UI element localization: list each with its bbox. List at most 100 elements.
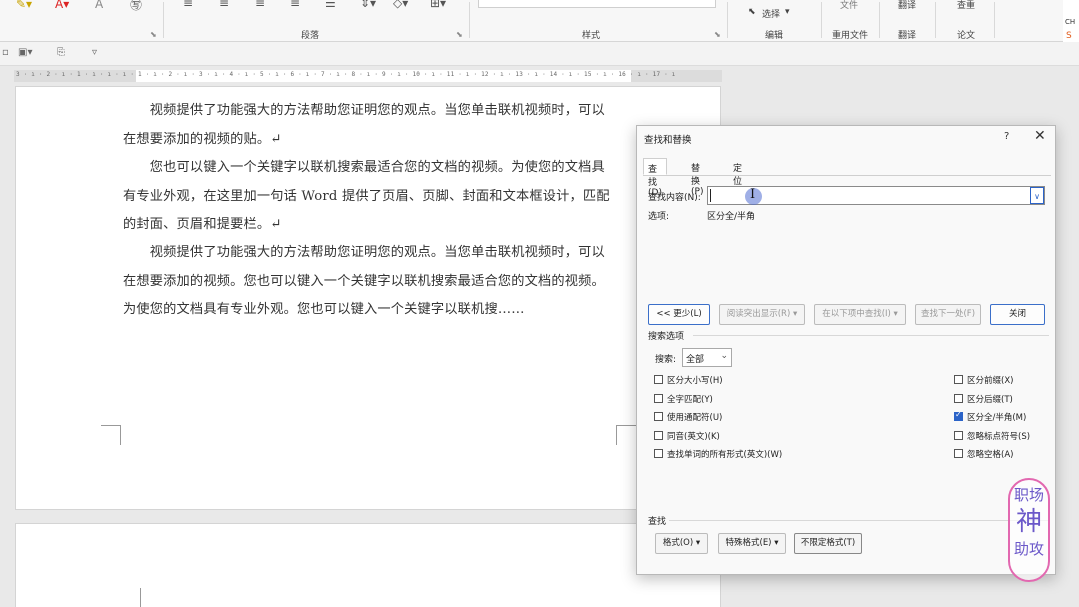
- checkbox-match-width[interactable]: 区分全/半角(M): [954, 410, 1027, 423]
- font-launcher-icon[interactable]: ⬊: [150, 30, 157, 39]
- tab-goto[interactable]: 定位(G): [729, 158, 751, 197]
- align-center-icon[interactable]: ≡: [219, 0, 229, 10]
- checkbox-wildcards[interactable]: 使用通配符(U): [654, 411, 722, 423]
- ribbon-separator: [994, 2, 995, 38]
- close-icon[interactable]: ✕: [1034, 128, 1046, 144]
- less-button[interactable]: << 更少(L): [648, 304, 710, 325]
- document-page[interactable]: 视频提供了功能强大的方法帮助您证明您的观点。当您单击联机视频时，可以在想要添加的…: [15, 86, 721, 510]
- search-direction-select[interactable]: 全部 ⌄: [682, 348, 732, 367]
- search-direction-label: 搜索:: [655, 355, 677, 365]
- screenshot-icon[interactable]: ▣▾: [18, 47, 32, 58]
- shading-icon[interactable]: ◇▾: [393, 0, 408, 10]
- line-spacing-icon[interactable]: ⇕▾: [360, 0, 376, 10]
- special-button[interactable]: 特殊格式(E) ▾: [718, 533, 786, 554]
- highlighter-icon[interactable]: ✎▾: [16, 0, 32, 11]
- checkbox-box[interactable]: [954, 375, 963, 384]
- checkbox-box[interactable]: [954, 431, 963, 440]
- checkbox-label: 忽略标点符号(S): [967, 432, 1031, 442]
- find-section-title: 查找: [648, 517, 667, 527]
- reuse-files-group-label: 重用文件: [832, 31, 869, 41]
- check-dup-button[interactable]: 查重: [957, 0, 975, 11]
- styles-gallery[interactable]: [478, 0, 716, 8]
- align-right-icon[interactable]: ≡: [255, 0, 265, 10]
- font-color-icon[interactable]: A▾: [55, 0, 69, 11]
- paragraph-group-label: 段落: [301, 31, 320, 41]
- ribbon-separator: [935, 2, 936, 38]
- text-caret: [710, 189, 711, 202]
- margin-corner-mark: [121, 588, 141, 607]
- checkbox-label: 区分后缀(T): [967, 395, 1013, 405]
- file-label: 文件: [840, 1, 859, 11]
- ribbon-separator: [163, 2, 164, 38]
- dialog-title: 查找和替换: [644, 135, 692, 146]
- checkbox-box[interactable]: [654, 449, 663, 458]
- ribbon-separator: [727, 2, 728, 38]
- checkbox-match-suffix[interactable]: 区分后缀(T): [954, 393, 1013, 405]
- search-options-title: 搜索选项: [648, 332, 685, 342]
- checkbox-whole-word[interactable]: 全字匹配(Y): [654, 393, 713, 405]
- find-replace-dialog: 查找和替换 ? ✕ 查找(D) 替换(P) 定位(G) 查找内容(N): ∨ I…: [636, 125, 1056, 575]
- styles-launcher-icon[interactable]: ⬊: [714, 30, 721, 39]
- distributed-icon[interactable]: ☰: [325, 0, 336, 10]
- checkbox-label: 区分大小写(H): [667, 376, 723, 386]
- tab-replace[interactable]: 替换(P): [687, 158, 707, 197]
- checkbox-label: 区分全/半角(M): [967, 413, 1027, 423]
- checkbox-match-case[interactable]: 区分大小写(H): [654, 374, 723, 386]
- chevron-down-icon[interactable]: ∨: [1030, 187, 1044, 204]
- ribbon-separator: [469, 2, 470, 38]
- checkbox-match-prefix[interactable]: 区分前缀(X): [954, 374, 1013, 386]
- chevron-down-icon: ⌄: [720, 351, 728, 361]
- checkbox-box[interactable]: [654, 431, 663, 440]
- tab-find[interactable]: 查找(D): [643, 158, 667, 198]
- checkbox-box[interactable]: [954, 394, 963, 403]
- checkbox-box[interactable]: [654, 394, 663, 403]
- select-button[interactable]: 选择: [762, 7, 780, 20]
- options-label: 选项:: [648, 212, 670, 222]
- help-button[interactable]: ?: [1004, 131, 1009, 142]
- checkbox-ignore-whitespace[interactable]: 忽略空格(A): [954, 448, 1013, 460]
- find-in-button[interactable]: 在以下项中查找(I) ▾: [814, 304, 906, 325]
- checkbox-sounds-like[interactable]: 同音(英文)(K): [654, 430, 720, 442]
- customize-qat-icon[interactable]: ▿: [92, 47, 97, 58]
- document-paragraph[interactable]: 视频提供了功能强大的方法帮助您证明您的观点。当您单击联机视频时，可以在想要添加的…: [123, 239, 617, 325]
- find-next-button[interactable]: 查找下一处(F): [915, 304, 981, 325]
- checkbox-ignore-punctuation[interactable]: 忽略标点符号(S): [954, 430, 1030, 442]
- paragraph-launcher-icon[interactable]: ⬊: [456, 30, 463, 39]
- no-formatting-button[interactable]: 不限定格式(T): [794, 533, 862, 554]
- horizontal-ruler[interactable]: 3 · ı · 2 · ı · 1 · ı · ı · ı · 1 · ı · …: [14, 70, 722, 82]
- watermark-line: 助攻: [1013, 540, 1044, 558]
- ime-logo-icon[interactable]: S: [1066, 31, 1072, 41]
- char-shading-icon[interactable]: A: [95, 0, 103, 11]
- find-what-label: 查找内容(N):: [648, 193, 701, 203]
- checkbox-box[interactable]: [954, 449, 963, 458]
- borders-icon[interactable]: ⊞▾: [430, 0, 446, 10]
- document-paragraph[interactable]: 您也可以键入一个关键字以联机搜索最适合您的文档的视频。为使您的文档具有专业外观，…: [123, 154, 617, 240]
- translate-button[interactable]: 翻译: [898, 0, 916, 11]
- checkbox-all-word-forms[interactable]: 查找单词的所有形式(英文)(W): [654, 448, 782, 460]
- enclose-char-icon[interactable]: ㊢: [130, 0, 142, 13]
- margin-corner-mark: [101, 425, 121, 445]
- justify-icon[interactable]: ≡: [290, 0, 300, 10]
- reading-highlight-button[interactable]: 阅读突出显示(R) ▾: [719, 304, 805, 325]
- editing-group-label: 编辑: [765, 31, 784, 41]
- format-button[interactable]: 格式(O) ▾: [655, 533, 708, 554]
- ribbon: ✎▾ A▾ A ㊢ ⬊ ≡ ≡ ≡ ≡ ☰ ⇕▾ ◇▾ ⊞▾ 段落 ⬊ 样式 ⬊…: [0, 0, 1079, 42]
- document-page[interactable]: [15, 523, 721, 607]
- quick-access-bar: ▫ ▣▾ ⎘ ▿: [0, 42, 1079, 66]
- section-divider: [693, 335, 1049, 336]
- checkbox-label: 同音(英文)(K): [667, 432, 720, 442]
- checkbox-box[interactable]: [654, 375, 663, 384]
- margin-corner-mark: [616, 425, 636, 445]
- tab-divider: [643, 175, 1051, 176]
- translate-group-label: 翻译: [898, 31, 917, 41]
- align-left-icon[interactable]: ≡: [183, 0, 193, 10]
- checkbox-label: 全字匹配(Y): [667, 395, 713, 405]
- document-icon[interactable]: ⎘: [57, 47, 65, 58]
- checkbox-box[interactable]: [954, 410, 963, 421]
- close-button[interactable]: 关闭: [990, 304, 1045, 325]
- options-value: 区分全/半角: [707, 212, 756, 222]
- qat-arrow-icon[interactable]: ▫: [2, 47, 9, 58]
- select-icon[interactable]: ⬉: [748, 7, 756, 17]
- document-paragraph[interactable]: 视频提供了功能强大的方法帮助您证明您的观点。当您单击联机视频时，可以在想要添加的…: [123, 97, 617, 154]
- checkbox-box[interactable]: [654, 412, 663, 421]
